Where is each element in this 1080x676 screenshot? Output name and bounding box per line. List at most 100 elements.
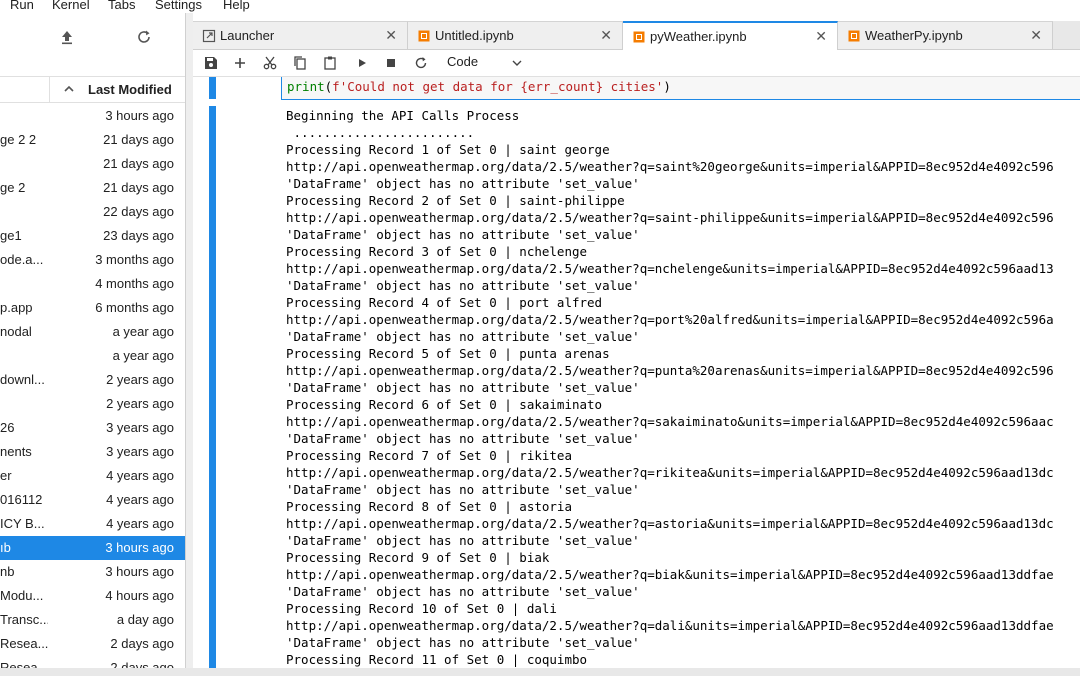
file-modified: 4 months ago xyxy=(95,276,174,291)
refresh-icon[interactable] xyxy=(134,27,154,47)
file-modified: 21 days ago xyxy=(103,156,174,171)
file-modified: 3 years ago xyxy=(106,420,174,435)
file-row[interactable]: ıb 3 hours ago xyxy=(0,536,185,560)
add-icon[interactable] xyxy=(232,55,248,71)
tab-pyweather[interactable]: pyWeather.ipynb ✕ xyxy=(623,21,838,50)
file-name: ge1 xyxy=(0,228,22,243)
menu-kernel[interactable]: Kernel xyxy=(52,0,90,13)
close-icon[interactable]: ✕ xyxy=(385,28,397,42)
file-row[interactable]: 26 3 years ago xyxy=(0,416,185,440)
file-name: ge 2 2 xyxy=(0,132,37,147)
file-modified: 3 hours ago xyxy=(105,564,174,579)
save-icon[interactable] xyxy=(203,55,219,71)
file-row[interactable]: ode.a... 3 months ago xyxy=(0,248,185,272)
tab-launcher[interactable]: Launcher ✕ xyxy=(193,21,408,49)
cut-icon[interactable] xyxy=(262,55,278,71)
chevron-up-icon[interactable] xyxy=(62,82,76,96)
output-line: Processing Record 8 of Set 0 | astoria xyxy=(286,499,572,514)
output-line: 'DataFrame' object has no attribute 'set… xyxy=(286,482,640,497)
menu-bar: Run Kernel Tabs Settings Help xyxy=(0,0,1080,13)
file-row[interactable]: 21 days ago xyxy=(0,152,185,176)
notebook-icon xyxy=(417,29,431,43)
file-row[interactable]: nents 3 years ago xyxy=(0,440,185,464)
code-paren-close: ) xyxy=(663,79,671,94)
output-line: http://api.openweathermap.org/data/2.5/w… xyxy=(286,159,1054,174)
output-line: http://api.openweathermap.org/data/2.5/w… xyxy=(286,312,1054,327)
file-row[interactable]: 016112 4 years ago xyxy=(0,488,185,512)
file-row[interactable]: nodal a year ago xyxy=(0,320,185,344)
output-line: http://api.openweathermap.org/data/2.5/w… xyxy=(286,567,1054,582)
file-row[interactable]: Modu... 4 hours ago xyxy=(0,584,185,608)
file-modified: 2 days ago xyxy=(110,636,174,651)
paste-icon[interactable] xyxy=(322,55,338,71)
close-icon[interactable]: ✕ xyxy=(600,28,612,42)
output-line: Processing Record 1 of Set 0 | saint geo… xyxy=(286,142,610,157)
upload-icon[interactable] xyxy=(57,27,77,47)
code-string-token: f'Could not get data for {err_count} cit… xyxy=(332,79,664,94)
run-icon[interactable] xyxy=(354,55,370,71)
file-row[interactable]: ge 2 2 21 days ago xyxy=(0,128,185,152)
file-row[interactable]: ge1 23 days ago xyxy=(0,224,185,248)
code-function-token: print xyxy=(287,79,325,94)
output-line: Processing Record 7 of Set 0 | rikitea xyxy=(286,448,572,463)
file-row[interactable]: Resea... 2 days ago xyxy=(0,632,185,656)
tab-bar: Launcher ✕ Untitled.ipynb ✕ pyWeather.ip… xyxy=(193,21,1080,50)
file-row[interactable]: 3 hours ago xyxy=(0,104,185,128)
file-row[interactable]: ICY B... 4 years ago xyxy=(0,512,185,536)
menu-tabs[interactable]: Tabs xyxy=(108,0,135,13)
menu-run[interactable]: Run xyxy=(10,0,34,13)
tab-label: WeatherPy.ipynb xyxy=(865,28,963,43)
copy-icon[interactable] xyxy=(292,55,308,71)
file-modified: 4 years ago xyxy=(106,516,174,531)
output-line: http://api.openweathermap.org/data/2.5/w… xyxy=(286,618,1054,633)
file-row[interactable]: 22 days ago xyxy=(0,200,185,224)
output-line: http://api.openweathermap.org/data/2.5/w… xyxy=(286,414,1054,429)
file-row[interactable]: 4 months ago xyxy=(0,272,185,296)
file-name: nents xyxy=(0,444,32,459)
file-name: downl... xyxy=(0,372,45,387)
file-row[interactable]: er 4 years ago xyxy=(0,464,185,488)
file-row[interactable]: nb 3 hours ago xyxy=(0,560,185,584)
column-divider[interactable] xyxy=(49,77,50,103)
tab-label: Untitled.ipynb xyxy=(435,28,514,43)
output-collapser[interactable] xyxy=(209,106,216,668)
stop-icon[interactable] xyxy=(383,55,399,71)
file-modified: 3 months ago xyxy=(95,252,174,267)
code-cell-editor[interactable]: print(f'Could not get data for {err_coun… xyxy=(281,77,1080,100)
close-icon[interactable]: ✕ xyxy=(815,29,827,43)
restart-icon[interactable] xyxy=(413,55,429,71)
input-collapser[interactable] xyxy=(209,77,216,99)
last-modified-header[interactable]: Last Modified xyxy=(88,82,172,97)
file-row[interactable]: downl... 2 years ago xyxy=(0,368,185,392)
file-row[interactable]: a year ago xyxy=(0,344,185,368)
file-modified: 2 years ago xyxy=(106,372,174,387)
file-modified: 3 hours ago xyxy=(105,540,174,555)
notebook-icon xyxy=(847,29,861,43)
menu-help[interactable]: Help xyxy=(223,0,250,13)
file-row[interactable]: 2 years ago xyxy=(0,392,185,416)
file-name: Resea... xyxy=(0,660,48,668)
file-row[interactable]: Transc... a day ago xyxy=(0,608,185,632)
file-modified: 4 hours ago xyxy=(105,588,174,603)
tab-untitled[interactable]: Untitled.ipynb ✕ xyxy=(408,21,623,49)
tab-weatherpy[interactable]: WeatherPy.ipynb ✕ xyxy=(838,21,1053,49)
cell-type-select[interactable]: Code xyxy=(447,54,478,69)
output-line: Processing Record 6 of Set 0 | sakaimina… xyxy=(286,397,603,412)
file-name: p.app xyxy=(0,300,33,315)
file-row[interactable]: ge 2 21 days ago xyxy=(0,176,185,200)
file-name: ode.a... xyxy=(0,252,44,267)
output-line: Processing Record 5 of Set 0 | punta are… xyxy=(286,346,610,361)
file-modified: 23 days ago xyxy=(103,228,174,243)
output-line: 'DataFrame' object has no attribute 'set… xyxy=(286,431,640,446)
close-icon[interactable]: ✕ xyxy=(1030,28,1042,42)
menu-settings[interactable]: Settings xyxy=(155,0,202,13)
output-line: Processing Record 11 of Set 0 | coquimbo xyxy=(286,652,588,667)
file-row[interactable]: p.app 6 months ago xyxy=(0,296,185,320)
chevron-down-icon[interactable] xyxy=(511,57,523,69)
output-line: Beginning the API Calls Process xyxy=(286,108,520,123)
horizontal-scrollbar[interactable] xyxy=(0,668,1080,676)
tab-label: pyWeather.ipynb xyxy=(650,29,747,44)
output-line: http://api.openweathermap.org/data/2.5/w… xyxy=(286,465,1054,480)
file-name: Resea... xyxy=(0,636,48,651)
file-row[interactable]: Resea... 2 days ago xyxy=(0,656,185,668)
